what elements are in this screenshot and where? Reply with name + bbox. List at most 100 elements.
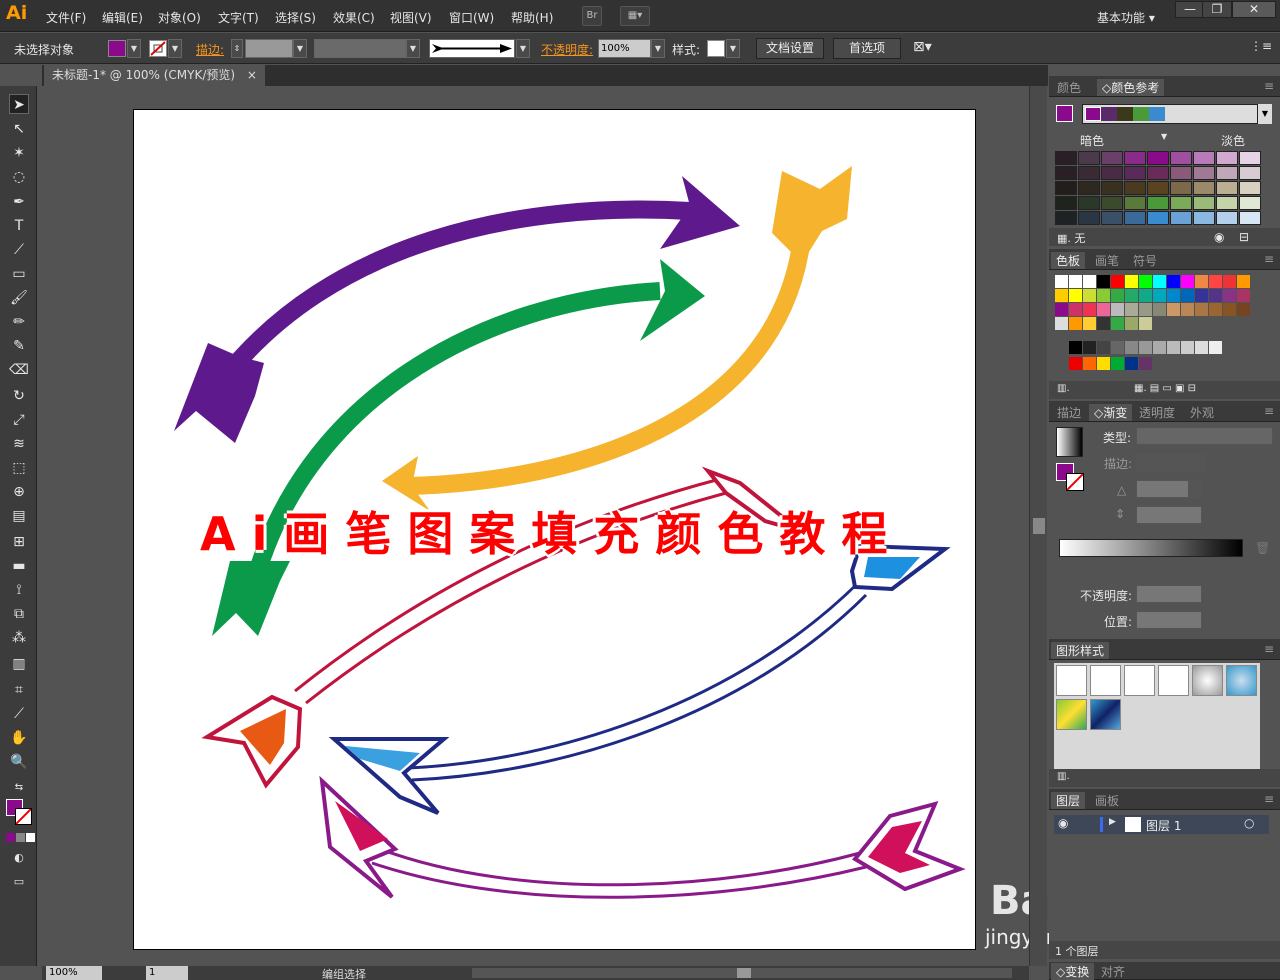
visibility-eye-icon[interactable]: ◉	[1058, 816, 1068, 830]
tab-align[interactable]: 对齐	[1101, 963, 1125, 980]
delete-stop-icon[interactable]: 🗑	[1255, 541, 1270, 555]
workspace-switcher[interactable]: 基本功能 ▾	[1097, 9, 1155, 26]
graphic-style-stroke[interactable]	[1158, 665, 1189, 696]
swatch-cell[interactable]	[1097, 317, 1110, 330]
tab-symbols[interactable]: 符号	[1133, 252, 1157, 269]
swatch-gray-cell[interactable]	[1083, 341, 1096, 354]
swatch-gray-cell[interactable]	[1167, 341, 1180, 354]
color-guide-cell[interactable]	[1101, 196, 1123, 210]
gradient-slider[interactable]	[1059, 539, 1243, 557]
color-guide-cell[interactable]	[1239, 166, 1261, 180]
color-guide-cell[interactable]	[1216, 196, 1238, 210]
color-guide-cell[interactable]	[1055, 196, 1077, 210]
vertical-scrollbar[interactable]	[1029, 86, 1047, 966]
yellow-arrow-feather[interactable]	[772, 166, 852, 263]
swatch-cell[interactable]	[1223, 289, 1236, 302]
color-guide-cell[interactable]	[1078, 151, 1100, 165]
swatch-cell[interactable]	[1125, 317, 1138, 330]
stroke-color-box[interactable]	[15, 808, 32, 825]
layer-row[interactable]: ◉ ▶ 图层 1 ○	[1054, 815, 1269, 834]
swatch-cell[interactable]	[1097, 275, 1110, 288]
brush-definition[interactable]	[429, 39, 515, 58]
stroke-weight-stepper[interactable]: ⇕	[231, 39, 243, 58]
magenta-arrow-shaft-top[interactable]	[379, 847, 861, 887]
swatch-cell[interactable]	[1223, 303, 1236, 316]
color-guide-cell[interactable]	[1147, 151, 1169, 165]
color-guide-cell[interactable]	[1101, 211, 1123, 225]
swatch-cell[interactable]	[1237, 289, 1250, 302]
swatch-cell[interactable]	[1097, 303, 1110, 316]
zoom-tool-icon[interactable]: 🔍	[9, 752, 29, 772]
color-guide-cell[interactable]	[1124, 211, 1146, 225]
variation-dropdown-icon[interactable]: ▼	[1161, 132, 1167, 141]
swatches-menu-icon[interactable]: ≡	[1264, 252, 1274, 266]
swatch-gray-cell[interactable]	[1181, 341, 1194, 354]
color-guide-cell[interactable]	[1078, 196, 1100, 210]
stroke-weight-field[interactable]	[245, 39, 293, 58]
swatch-cell[interactable]	[1167, 289, 1180, 302]
color-guide-cell[interactable]	[1147, 181, 1169, 195]
artboard-tool-icon[interactable]: ⌗	[9, 680, 29, 700]
swatch-cell[interactable]	[1209, 289, 1222, 302]
none-swatch-label[interactable]: ▦. 无	[1057, 230, 1085, 246]
swatch-cell[interactable]	[1083, 275, 1096, 288]
graphic-style-shadow[interactable]	[1192, 665, 1223, 696]
color-guide-cell[interactable]	[1216, 181, 1238, 195]
selection-tool-icon[interactable]: ➤	[9, 94, 29, 114]
swatch-cell[interactable]	[1111, 275, 1124, 288]
brush-dropdown[interactable]: ▼	[516, 39, 530, 58]
opacity-label[interactable]: 不透明度:	[541, 41, 593, 58]
tab-color[interactable]: 颜色	[1057, 79, 1081, 96]
gradient-opacity-field[interactable]	[1136, 585, 1202, 603]
fill-dropdown[interactable]: ▼	[127, 39, 141, 58]
swatch-cell[interactable]	[1097, 289, 1110, 302]
swatch-bright-cell[interactable]	[1083, 357, 1096, 370]
lasso-tool-icon[interactable]: ◌	[9, 167, 29, 187]
layers-menu-icon[interactable]: ≡	[1264, 792, 1274, 806]
swatch-gray-cell[interactable]	[1195, 341, 1208, 354]
swatch-bright-cell[interactable]	[1097, 357, 1110, 370]
swatch-cell[interactable]	[1055, 317, 1068, 330]
swatch-cell[interactable]	[1195, 303, 1208, 316]
swatch-cell[interactable]	[1195, 275, 1208, 288]
graphic-styles-menu-icon[interactable]: ≡	[1264, 642, 1274, 656]
swatch-gray-cell[interactable]	[1139, 341, 1152, 354]
shape-builder-tool-icon[interactable]: ⊕	[9, 482, 29, 502]
swatch-cell[interactable]	[1083, 289, 1096, 302]
color-guide-cell[interactable]	[1078, 181, 1100, 195]
color-guide-cell[interactable]	[1193, 166, 1215, 180]
gradient-position-field[interactable]	[1136, 611, 1202, 629]
layer-target-icon[interactable]: ○	[1244, 816, 1254, 830]
swatch-cell[interactable]	[1167, 275, 1180, 288]
swatch-cell[interactable]	[1125, 275, 1138, 288]
gradient-thumbnail[interactable]	[1056, 427, 1083, 457]
document-setup-button[interactable]: 文档设置	[756, 38, 824, 59]
swatch-cell[interactable]	[1069, 317, 1082, 330]
blob-brush-tool-icon[interactable]: ✎	[9, 336, 29, 356]
color-guide-cell[interactable]	[1078, 211, 1100, 225]
close-tab-icon[interactable]: ×	[247, 68, 257, 82]
swatch-cell[interactable]	[1181, 289, 1194, 302]
swatch-gray-cell[interactable]	[1111, 341, 1124, 354]
swatch-gray-cell[interactable]	[1097, 341, 1110, 354]
color-guide-cell[interactable]	[1078, 166, 1100, 180]
eyedropper-tool-icon[interactable]: ⟟	[9, 580, 29, 600]
menu-object[interactable]: 对象(O)	[158, 9, 201, 26]
swatch-cell[interactable]	[1055, 275, 1068, 288]
tab-brushes[interactable]: 画笔	[1095, 252, 1119, 269]
close-window-button[interactable]: ✕	[1232, 1, 1276, 18]
vertical-scroll-thumb[interactable]	[1033, 518, 1045, 534]
graph-tool-icon[interactable]: ▥	[9, 654, 29, 674]
rotate-tool-icon[interactable]: ↻	[9, 386, 29, 406]
swatches-grid[interactable]	[1055, 275, 1265, 383]
color-guide-cell[interactable]	[1170, 166, 1192, 180]
stroke-gradient-buttons[interactable]	[1136, 454, 1206, 472]
color-guide-cell[interactable]	[1170, 151, 1192, 165]
swatch-cell[interactable]	[1223, 275, 1236, 288]
direct-selection-tool-icon[interactable]: ↖	[9, 119, 29, 139]
opacity-dropdown[interactable]: ▼	[651, 39, 665, 58]
swatch-cell[interactable]	[1139, 303, 1152, 316]
graphic-style-white[interactable]	[1124, 665, 1155, 696]
swatch-bright-cell[interactable]	[1069, 357, 1082, 370]
color-guide-cell[interactable]	[1170, 196, 1192, 210]
